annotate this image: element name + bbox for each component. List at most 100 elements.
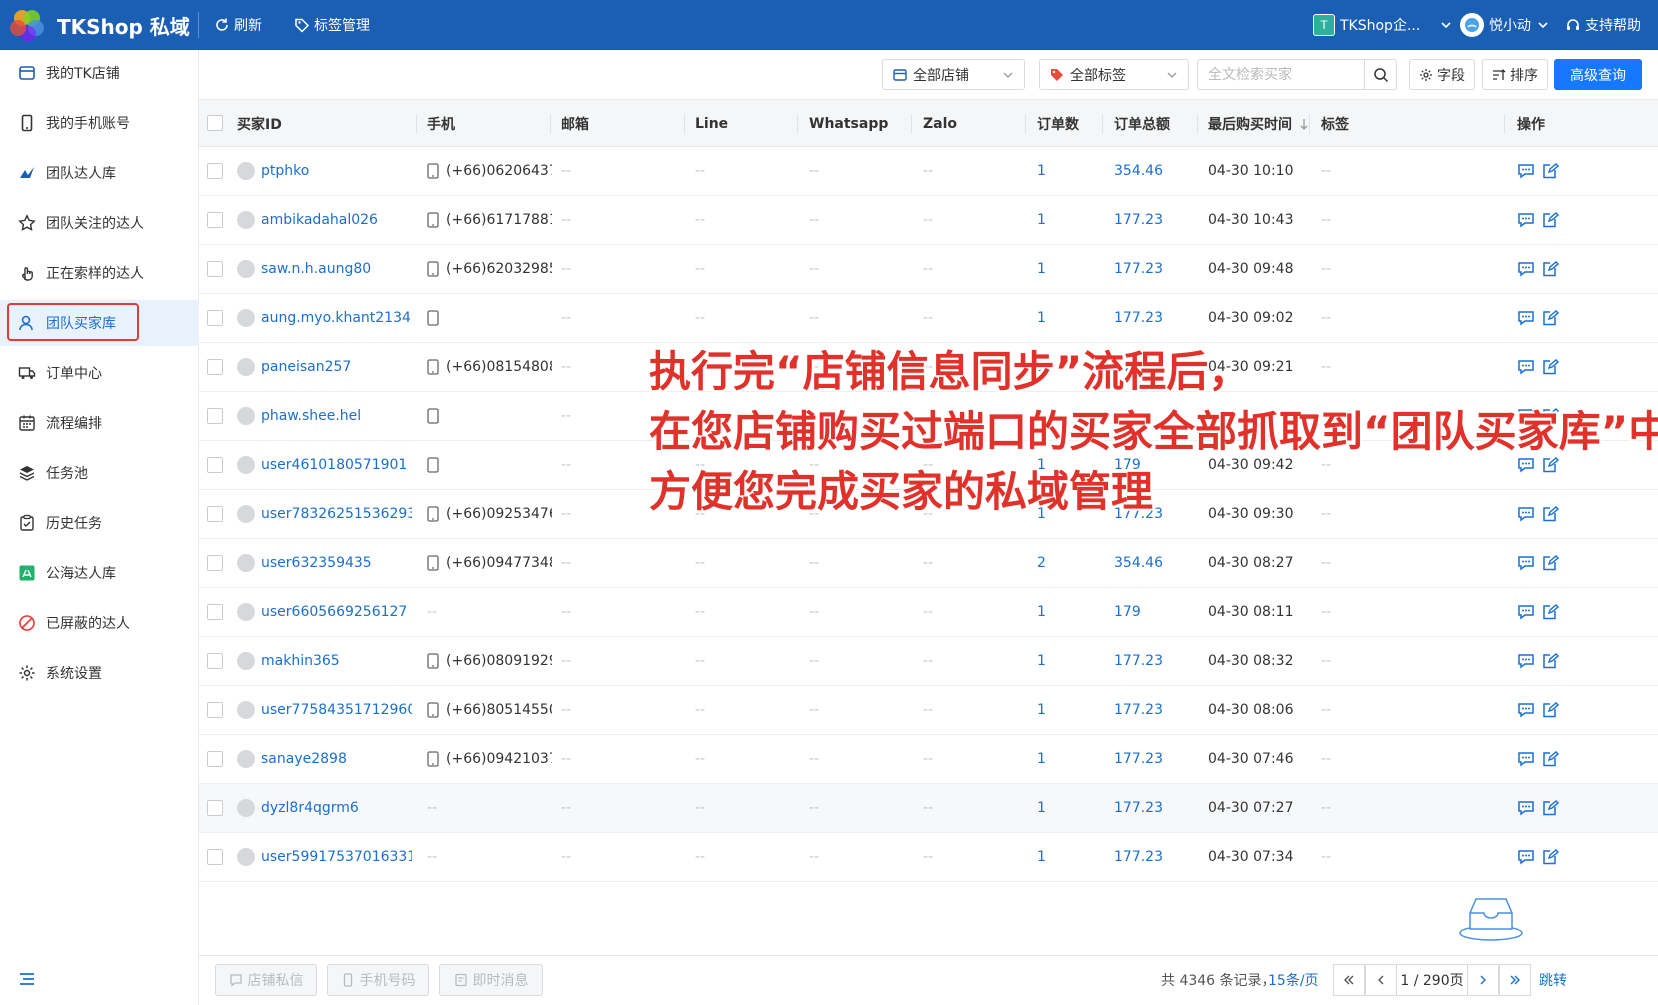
order-total-link[interactable]: 179	[1114, 588, 1184, 636]
user-menu[interactable]: 悦小动	[1460, 12, 1550, 38]
col-buyer-id[interactable]: 买家ID	[237, 100, 282, 147]
table-row[interactable]: aung.myo.khant2134 -- -- -- -- -- 1 177.23 04-30…	[199, 294, 1658, 343]
row-checkbox[interactable]	[207, 604, 223, 620]
table-row[interactable]: sanaye2898 (+66)09421037... -- -- -- -- -- 1 177…	[199, 735, 1658, 784]
support-help-button[interactable]: 支持帮助	[1565, 13, 1641, 37]
buyer-id-link[interactable]: makhin365	[261, 653, 340, 669]
order-total-link[interactable]: 354.46	[1114, 147, 1184, 195]
buyer-id-link[interactable]: user59917537016331	[261, 849, 412, 865]
row-checkbox[interactable]	[207, 849, 223, 865]
table-row[interactable]: user632359435 (+66)09477348... -- -- -- -- -- 2…	[199, 539, 1658, 588]
sidebar-item-sampling-creators[interactable]: 正在索样的达人	[0, 250, 199, 296]
order-total-link[interactable]: 177.23	[1114, 784, 1184, 832]
chat-icon[interactable]	[1517, 260, 1535, 278]
col-line[interactable]: Line	[695, 100, 728, 147]
chat-icon[interactable]	[1517, 652, 1535, 670]
row-checkbox[interactable]	[207, 653, 223, 669]
sidebar-item-history-tasks[interactable]: 历史任务	[0, 500, 199, 546]
sidebar-item-followed-creators[interactable]: 团队关注的达人	[0, 200, 199, 246]
fields-button[interactable]: 字段	[1409, 59, 1475, 90]
edit-note-icon[interactable]	[1541, 652, 1559, 670]
table-row[interactable]: user77584351712960 (+66)805145501 -- -- -- --…	[199, 686, 1658, 735]
buyer-id-link[interactable]: sanaye2898	[261, 751, 347, 767]
sidebar-item-workflow[interactable]: 流程编排	[0, 400, 199, 446]
row-checkbox[interactable]	[207, 457, 223, 473]
order-total-link[interactable]: 177.23	[1114, 637, 1184, 685]
instant-message-button[interactable]: 即时消息	[439, 964, 543, 996]
edit-note-icon[interactable]	[1541, 603, 1559, 621]
chat-icon[interactable]	[1517, 554, 1535, 572]
order-count-link[interactable]: 1	[1037, 637, 1077, 685]
shop-filter-select[interactable]: 全部店铺	[882, 59, 1025, 90]
col-whatsapp[interactable]: Whatsapp	[809, 100, 888, 147]
row-checkbox[interactable]	[207, 800, 223, 816]
order-count-link[interactable]: 1	[1037, 245, 1077, 293]
refresh-button[interactable]: 刷新	[214, 13, 262, 37]
buyer-id-link[interactable]: user4610180571901	[261, 457, 407, 473]
order-count-link[interactable]: 1	[1037, 294, 1077, 342]
buyer-id-link[interactable]: phaw.shee.hel	[261, 408, 361, 424]
search-button[interactable]	[1364, 60, 1396, 89]
row-checkbox[interactable]	[207, 702, 223, 718]
select-all-checkbox[interactable]	[207, 115, 223, 131]
edit-note-icon[interactable]	[1541, 701, 1559, 719]
chat-icon[interactable]	[1517, 603, 1535, 621]
col-order-count[interactable]: 订单数	[1037, 100, 1079, 147]
order-count-link[interactable]: 1	[1037, 588, 1077, 636]
tag-management-button[interactable]: 标签管理	[294, 13, 370, 37]
row-checkbox[interactable]	[207, 212, 223, 228]
col-zalo[interactable]: Zalo	[923, 100, 957, 147]
buyer-id-link[interactable]: ambikadahal026	[261, 212, 378, 228]
page-size-select[interactable]: 15条/页	[1268, 970, 1319, 990]
order-count-link[interactable]: 1	[1037, 735, 1077, 783]
tag-filter-select[interactable]: 全部标签	[1039, 59, 1189, 90]
sort-button[interactable]: 排序	[1482, 59, 1548, 90]
sidebar-item-my-tk-shop[interactable]: 我的TK店铺	[0, 50, 199, 96]
order-total-link[interactable]: 177.23	[1114, 294, 1184, 342]
buyer-id-link[interactable]: dyzl8r4qgrm6	[261, 800, 359, 816]
buyer-id-link[interactable]: user6605669256127	[261, 604, 407, 620]
table-row[interactable]: ptphko (+66)06206437... -- -- -- -- -- 1 354.46 0…	[199, 147, 1658, 196]
menu-collapse-icon[interactable]	[18, 970, 36, 988]
buyer-search-input[interactable]	[1198, 60, 1364, 89]
table-row[interactable]: dyzl8r4qgrm6 -- -- -- -- -- -- 1 177.23 04-30 07:…	[199, 784, 1658, 833]
col-last-purchase[interactable]: 最后购买时间	[1208, 100, 1310, 147]
page-indicator[interactable]: 1 / 290页	[1397, 964, 1467, 996]
order-total-link[interactable]: 177.23	[1114, 686, 1184, 734]
sidebar-item-settings[interactable]: 系统设置	[0, 650, 199, 696]
buyer-id-link[interactable]: aung.myo.khant2134	[261, 310, 411, 326]
table-row[interactable]: user6605669256127 -- -- -- -- -- -- 1 179 04-30 0…	[199, 588, 1658, 637]
col-phone[interactable]: 手机	[427, 100, 455, 147]
buyer-id-link[interactable]: user78326251536293	[261, 506, 412, 522]
chat-icon[interactable]	[1517, 211, 1535, 229]
table-row[interactable]: makhin365 (+66)08091929... -- -- -- -- -- 1 177.…	[199, 637, 1658, 686]
edit-note-icon[interactable]	[1541, 260, 1559, 278]
table-row[interactable]: user59917537016331 -- -- -- -- -- -- 1 177.23 04-…	[199, 833, 1658, 882]
order-count-link[interactable]: 1	[1037, 784, 1077, 832]
row-checkbox[interactable]	[207, 751, 223, 767]
chat-icon[interactable]	[1517, 848, 1535, 866]
chat-icon[interactable]	[1517, 799, 1535, 817]
chat-icon[interactable]	[1517, 701, 1535, 719]
row-checkbox[interactable]	[207, 261, 223, 277]
order-total-link[interactable]: 354.46	[1114, 539, 1184, 587]
order-count-link[interactable]: 1	[1037, 686, 1077, 734]
order-total-link[interactable]: 177.23	[1114, 245, 1184, 293]
chat-icon[interactable]	[1517, 309, 1535, 327]
row-checkbox[interactable]	[207, 408, 223, 424]
buyer-id-link[interactable]: saw.n.h.aung80	[261, 261, 371, 277]
next-page-button[interactable]	[1467, 964, 1499, 996]
first-page-button[interactable]	[1333, 964, 1365, 996]
order-total-link[interactable]: 177.23	[1114, 735, 1184, 783]
team-switcher[interactable]: T TKShop企...	[1313, 12, 1453, 38]
sidebar-item-task-pool[interactable]: 任务池	[0, 450, 199, 496]
col-tags[interactable]: 标签	[1321, 100, 1349, 147]
last-page-button[interactable]	[1499, 964, 1531, 996]
shop-message-button[interactable]: 店铺私信	[215, 964, 317, 996]
buyer-id-link[interactable]: user77584351712960	[261, 702, 412, 718]
col-email[interactable]: 邮箱	[561, 100, 589, 147]
edit-note-icon[interactable]	[1541, 750, 1559, 768]
edit-note-icon[interactable]	[1541, 799, 1559, 817]
phone-number-button[interactable]: 手机号码	[327, 964, 429, 996]
row-checkbox[interactable]	[207, 506, 223, 522]
